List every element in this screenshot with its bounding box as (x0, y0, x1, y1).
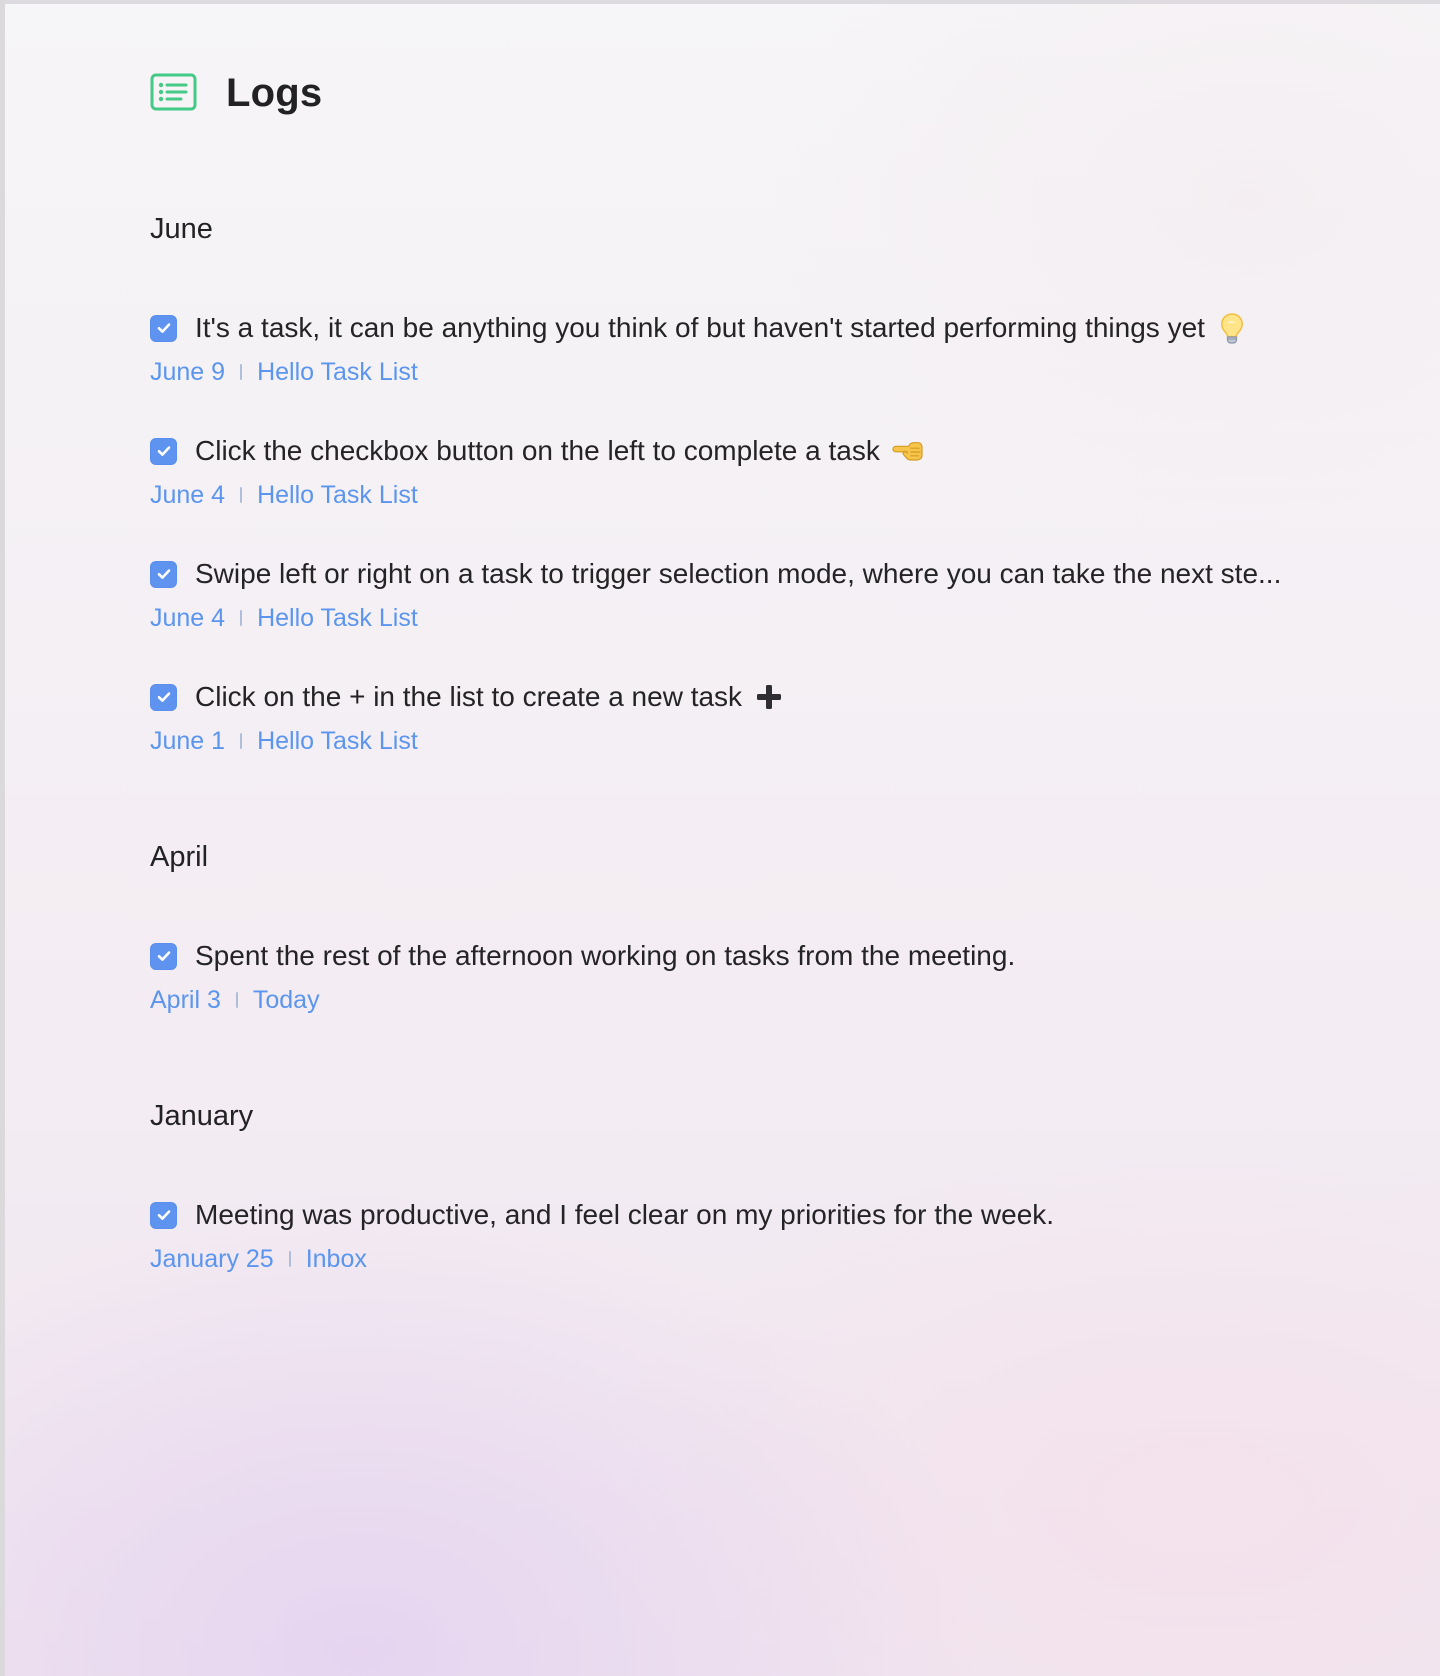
task-row: It's a task, it can be anything you thin… (150, 304, 1370, 352)
task-meta: June 9 Hello Task List (150, 351, 1370, 393)
task-item[interactable]: Swipe left or right on a task to trigger… (150, 550, 1370, 673)
pointing-left-icon (890, 434, 924, 468)
task-list-link[interactable]: Today (253, 979, 320, 1021)
task-date-link[interactable]: June 9 (150, 351, 225, 393)
lightbulb-icon (1215, 311, 1249, 345)
month-heading: June (150, 213, 213, 245)
month-section-june: June It's a task, it can be anything you… (150, 206, 1370, 796)
meta-separator (240, 733, 243, 749)
task-list-link[interactable]: Hello Task List (257, 597, 418, 639)
task-row: Swipe left or right on a task to trigger… (150, 550, 1370, 598)
checkmark-icon (157, 569, 170, 579)
logs-window: Logs June It's a task, it can be anythin… (0, 0, 1440, 1676)
task-meta: June 4 Hello Task List (150, 474, 1370, 516)
task-meta: June 1 Hello Task List (150, 720, 1370, 762)
checkmark-icon (157, 692, 170, 702)
task-date-link[interactable]: June 4 (150, 474, 225, 516)
task-title: Click on the + in the list to create a n… (195, 681, 743, 712)
list-icon (150, 72, 198, 112)
checkmark-icon (157, 323, 170, 333)
plus-icon (752, 680, 786, 714)
meta-separator (240, 610, 243, 626)
task-date-link[interactable]: June 4 (150, 597, 225, 639)
checkmark-icon (157, 951, 170, 961)
left-border (0, 0, 5, 1676)
task-date-link[interactable]: April 3 (150, 979, 221, 1021)
checkmark-icon (157, 1210, 170, 1220)
task-title: Meeting was productive, and I feel clear… (195, 1199, 1055, 1230)
task-item[interactable]: Meeting was productive, and I feel clear… (150, 1191, 1370, 1314)
task-list-link[interactable]: Hello Task List (257, 351, 418, 393)
month-heading: January (150, 1100, 254, 1132)
month-heading: April (150, 841, 209, 873)
page-title: Logs (226, 70, 323, 115)
task-item[interactable]: Spent the rest of the afternoon working … (150, 932, 1370, 1055)
meta-separator (240, 487, 243, 503)
task-title: Spent the rest of the afternoon working … (195, 940, 1016, 971)
completed-checkbox[interactable] (150, 560, 177, 588)
task-title: Click the checkbox button on the left to… (195, 435, 880, 466)
task-item[interactable]: Click on the + in the list to create a n… (150, 673, 1370, 796)
task-title: It's a task, it can be anything you thin… (195, 312, 1205, 343)
task-row: Spent the rest of the afternoon working … (150, 932, 1370, 980)
month-section-january: January Meeting was productive, and I fe… (150, 1093, 1370, 1314)
logs-content: June It's a task, it can be anything you… (150, 206, 1370, 1352)
task-list-link[interactable]: Hello Task List (257, 720, 418, 762)
month-section-april: April Spent the rest of the afternoon wo… (150, 834, 1370, 1055)
task-item[interactable]: Click the checkbox button on the left to… (150, 427, 1370, 550)
task-date-link[interactable]: January 25 (150, 1238, 274, 1280)
top-border (0, 0, 1440, 4)
task-item[interactable]: It's a task, it can be anything you thin… (150, 304, 1370, 427)
meta-separator (235, 992, 238, 1008)
completed-checkbox[interactable] (150, 314, 177, 342)
task-list-link[interactable]: Hello Task List (257, 474, 418, 516)
meta-separator (240, 364, 243, 380)
task-date-link[interactable]: June 1 (150, 720, 225, 762)
task-list-link[interactable]: Inbox (306, 1238, 367, 1280)
task-title: Swipe left or right on a task to trigger… (195, 558, 1282, 589)
completed-checkbox[interactable] (150, 683, 177, 711)
completed-checkbox[interactable] (150, 942, 177, 970)
checkmark-icon (157, 446, 170, 456)
page-header: Logs (150, 62, 322, 122)
task-row: Meeting was productive, and I feel clear… (150, 1191, 1370, 1239)
completed-checkbox[interactable] (150, 437, 177, 465)
task-meta: January 25 Inbox (150, 1238, 1370, 1280)
task-meta: June 4 Hello Task List (150, 597, 1370, 639)
task-row: Click the checkbox button on the left to… (150, 427, 1370, 475)
meta-separator (288, 1251, 291, 1267)
task-meta: April 3 Today (150, 979, 1370, 1021)
completed-checkbox[interactable] (150, 1201, 177, 1229)
task-row: Click on the + in the list to create a n… (150, 673, 1370, 721)
